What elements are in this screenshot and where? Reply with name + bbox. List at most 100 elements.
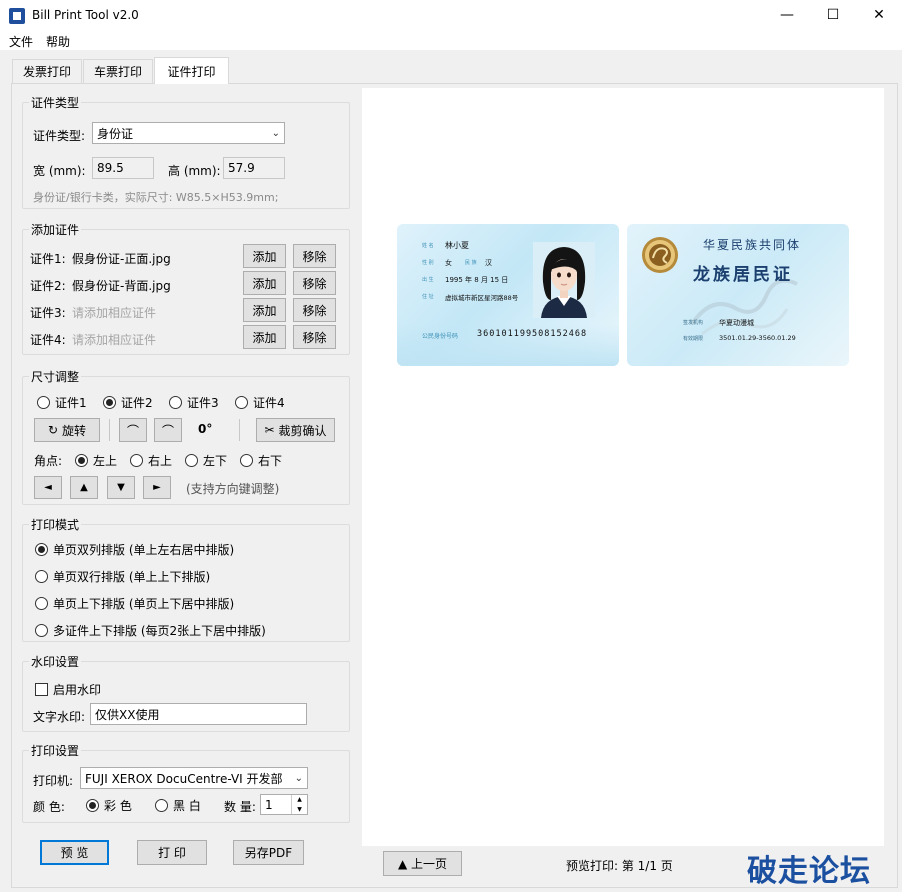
size-adjust-group-title: 尺寸调整 (29, 368, 82, 385)
cert-select-radio-2[interactable]: 证件2 (103, 394, 153, 411)
corner-bottom-left-label: 左下 (203, 454, 228, 468)
print-mode-option-4[interactable]: 多证件上下排版 (每页2张上下居中排版) (35, 622, 266, 639)
corner-radio-top-left[interactable]: 左上 (75, 452, 117, 469)
rotate-icon: ↻ (47, 423, 59, 437)
cert-type-select[interactable]: 身份证 ⌄ (92, 122, 285, 144)
mode-2-label: 单页双行排版 (单上上下排版) (53, 570, 211, 584)
radio-color[interactable] (86, 799, 99, 812)
radio-mode-2[interactable] (35, 570, 48, 583)
radio-bottom-left[interactable] (185, 454, 198, 467)
preview-button[interactable]: 预 览 (40, 840, 109, 865)
tab-certificate[interactable]: 证件打印 (154, 57, 229, 84)
corner-radio-bottom-left[interactable]: 左下 (185, 452, 227, 469)
remove-cert3-button[interactable]: 移除 (293, 298, 336, 322)
print-mode-option-1[interactable]: 单页双列排版 (单上左右居中排版) (35, 541, 234, 558)
close-button[interactable]: ✕ (856, 0, 902, 30)
arrow-right-icon: ► (153, 482, 161, 493)
add-cert3-button[interactable]: 添加 (243, 298, 286, 322)
name-label: 姓 名 (422, 243, 434, 249)
cert1-file: 假身份证-正面.jpg (72, 252, 171, 266)
radio-top-left[interactable] (75, 454, 88, 467)
radio-mode-4[interactable] (35, 624, 48, 637)
save-pdf-button[interactable]: 另存PDF (233, 840, 304, 865)
birth-value: 1995 年 8 月 15 日 (445, 276, 509, 284)
separator (239, 419, 240, 441)
radio-cert3-label: 证件3 (187, 396, 219, 410)
radio-mode-1[interactable] (35, 543, 48, 556)
mode-1-label: 单页双列排版 (单上左右居中排版) (53, 543, 235, 557)
radio-cert2[interactable] (103, 396, 116, 409)
radio-cert4[interactable] (235, 396, 248, 409)
cert-select-radio-3[interactable]: 证件3 (169, 394, 219, 411)
menu-file[interactable]: 文件 (9, 33, 33, 50)
width-field[interactable]: 89.5 (92, 157, 154, 179)
enable-watermark-label: 启用水印 (53, 683, 102, 697)
print-mode-option-3[interactable]: 单页上下排版 (单页上下居中排版) (35, 595, 234, 612)
remove-cert1-button[interactable]: 移除 (293, 244, 336, 268)
menu-bar: 文件 帮助 (0, 30, 902, 50)
cert-type-label: 证件类型: (33, 129, 86, 143)
tab-invoice[interactable]: 发票打印 (12, 59, 82, 83)
cert1-label: 证件1: (30, 252, 66, 266)
radio-top-right[interactable] (130, 454, 143, 467)
height-field[interactable]: 57.9 (223, 157, 285, 179)
scissors-icon: ✂ (264, 423, 275, 437)
move-right-button[interactable]: ► (143, 476, 171, 499)
crop-confirm-button[interactable]: ✂ 裁剪确认 (256, 418, 335, 442)
rotate-button[interactable]: ↻ 旋转 (34, 418, 100, 442)
cert3-label: 证件3: (30, 306, 66, 320)
radio-mode-3[interactable] (35, 597, 48, 610)
cert-select-radio-4[interactable]: 证件4 (235, 394, 285, 411)
cert-select-radio-1[interactable]: 证件1 (37, 394, 87, 411)
arrow-down-icon: ▼ (117, 482, 125, 493)
move-down-button[interactable]: ▼ (107, 476, 135, 499)
watermark-text-label: 文字水印: (33, 710, 86, 724)
spin-down-icon[interactable]: ▼ (297, 806, 302, 813)
radio-cert1-label: 证件1 (55, 396, 87, 410)
ethnic-label: 民 族 (465, 260, 477, 266)
printer-select[interactable]: FUJI XEROX DocuCentre-VI 开发部 ⌄ (80, 767, 308, 789)
chevron-down-icon: ⌄ (271, 127, 280, 139)
crop-label: 裁剪确认 (278, 423, 327, 438)
valid-label: 有效期限 (683, 336, 704, 342)
rotate-left-button[interactable]: ⌒ (119, 418, 147, 442)
radio-cert1[interactable] (37, 396, 50, 409)
add-cert1-button[interactable]: 添加 (243, 244, 286, 268)
radio-cert2-label: 证件2 (121, 396, 153, 410)
spin-up-icon[interactable]: ▲ (297, 796, 302, 803)
quantity-spin[interactable]: ▲ ▼ (291, 795, 307, 814)
site-watermark: 破走论坛 (747, 854, 871, 889)
prev-page-button[interactable]: ▲ 上一页 (383, 851, 462, 876)
remove-cert2-button[interactable]: 移除 (293, 271, 336, 295)
print-mode-group-title: 打印模式 (29, 516, 82, 533)
print-button[interactable]: 打 印 (137, 840, 207, 865)
cert2-label: 证件2: (30, 279, 66, 293)
radio-mono[interactable] (155, 799, 168, 812)
corner-radio-bottom-right[interactable]: 右下 (240, 452, 282, 469)
radio-cert3[interactable] (169, 396, 182, 409)
radio-bottom-right[interactable] (240, 454, 253, 467)
rotate-right-button[interactable]: ⌒ (154, 418, 182, 442)
mono-radio[interactable]: 黑 白 (155, 797, 201, 814)
minimize-button[interactable]: — (764, 0, 810, 30)
cert-type-value: 身份证 (97, 126, 134, 141)
add-cert4-button[interactable]: 添加 (243, 325, 286, 349)
corner-radio-top-right[interactable]: 右上 (130, 452, 172, 469)
name-value: 林小夏 (445, 241, 469, 250)
remove-cert4-button[interactable]: 移除 (293, 325, 336, 349)
enable-watermark-checkbox[interactable]: 启用水印 (35, 681, 101, 698)
arrow-hint: (支持方向键调整) (186, 482, 280, 496)
move-up-button[interactable]: ▲ (70, 476, 98, 499)
arrow-up-icon: ▲ (80, 482, 88, 493)
tab-ticket[interactable]: 车票打印 (83, 59, 153, 83)
id-number-label: 公民身份号码 (422, 333, 459, 340)
add-cert2-button[interactable]: 添加 (243, 271, 286, 295)
menu-help[interactable]: 帮助 (46, 33, 70, 50)
maximize-button[interactable]: ☐ (810, 0, 856, 30)
rotate-right-icon: ⌒ (161, 423, 174, 438)
move-left-button[interactable]: ◄ (34, 476, 62, 499)
color-radio[interactable]: 彩 色 (86, 797, 132, 814)
watermark-text-input[interactable]: 仅供XX使用 (90, 703, 307, 725)
watermark-checkbox[interactable] (35, 683, 48, 696)
print-mode-option-2[interactable]: 单页双行排版 (单上上下排版) (35, 568, 210, 585)
